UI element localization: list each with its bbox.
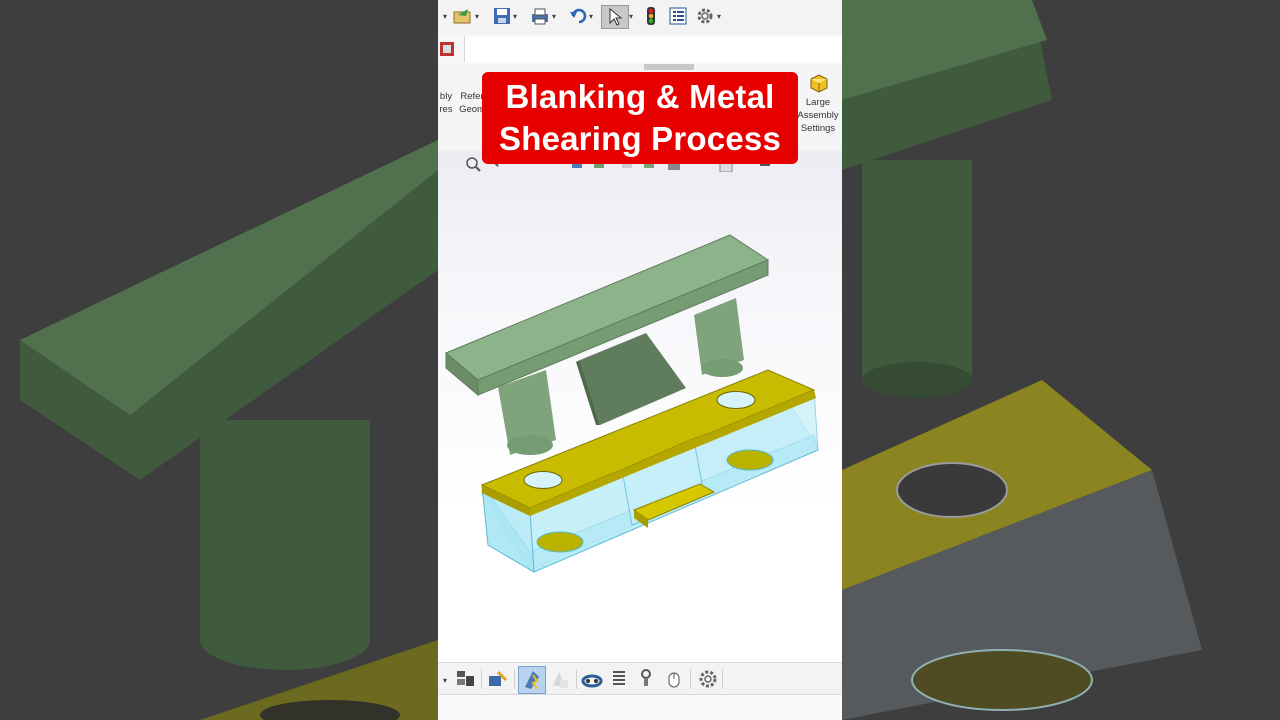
banner-line-1: Blanking & Metal (505, 78, 775, 115)
options-gear-icon[interactable]: ▾ (694, 5, 721, 27)
search-field[interactable] (464, 36, 842, 62)
ghost-fastener-icon[interactable] (548, 668, 570, 690)
instant3d-icon[interactable] (486, 668, 510, 690)
assembly-icon[interactable] (438, 38, 458, 60)
rebuild-traffic-light-icon[interactable] (644, 5, 658, 27)
select-pointer-icon[interactable] (601, 5, 629, 29)
save-icon[interactable]: ▾ (492, 5, 517, 27)
status-bar (438, 694, 842, 720)
caret-icon[interactable]: ▾ (442, 5, 447, 27)
exploded-view-icon[interactable] (454, 668, 476, 690)
open-folder-icon[interactable]: ▾ (452, 5, 479, 27)
mouse-icon[interactable] (664, 668, 684, 690)
active-tab-indicator (644, 64, 694, 70)
caret-icon[interactable]: ▾ (442, 669, 447, 691)
file-properties-icon[interactable] (668, 5, 688, 27)
belt-chain-icon[interactable] (581, 668, 603, 690)
right-background-zoom (842, 0, 1280, 720)
graphics-viewport[interactable] (438, 150, 842, 662)
spring-icon[interactable] (609, 668, 629, 690)
left-background-zoom (0, 0, 438, 720)
undo-icon[interactable]: ▾ (568, 5, 593, 27)
print-icon[interactable]: ▾ (529, 5, 556, 27)
punch-die-model[interactable] (438, 150, 842, 662)
bottom-command-toolbar: ▾ (438, 662, 842, 695)
settings-gear-icon[interactable] (696, 667, 720, 691)
large-assembly-settings-icon[interactable] (808, 72, 830, 94)
banner-line-2: Shearing Process (499, 120, 781, 157)
command-tab-row (438, 34, 842, 65)
bolt-icon[interactable] (636, 668, 656, 690)
smart-fastener-icon[interactable] (518, 666, 546, 694)
quick-access-toolbar: ▾ ▾ ▾ ▾ ▾ ▾ ▾ (438, 0, 842, 35)
title-banner: Blanking & Metal Shearing Process (482, 72, 798, 164)
assembly-features-label[interactable]: bly res (438, 90, 454, 116)
cad-window: ▾ ▾ ▾ ▾ ▾ ▾ ▾ bly res Refer Geom Large A… (438, 0, 842, 720)
large-assembly-settings-label[interactable]: Large Assembly Settings (794, 96, 842, 135)
